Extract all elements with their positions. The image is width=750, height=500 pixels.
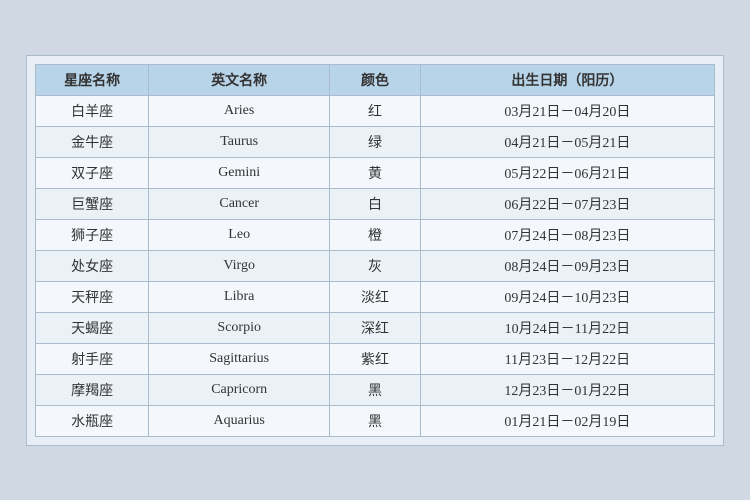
cell-english: Cancer — [149, 188, 330, 219]
cell-english: Capricorn — [149, 374, 330, 405]
cell-chinese: 金牛座 — [36, 126, 149, 157]
table-row: 双子座Gemini黄05月22日－06月21日 — [36, 157, 715, 188]
cell-color: 黑 — [330, 405, 421, 436]
cell-color: 灰 — [330, 250, 421, 281]
cell-color: 黄 — [330, 157, 421, 188]
cell-chinese: 水瓶座 — [36, 405, 149, 436]
cell-english: Scorpio — [149, 312, 330, 343]
cell-chinese: 天蝎座 — [36, 312, 149, 343]
cell-date: 01月21日－02月19日 — [420, 405, 714, 436]
cell-date: 08月24日－09月23日 — [420, 250, 714, 281]
cell-english: Taurus — [149, 126, 330, 157]
cell-english: Libra — [149, 281, 330, 312]
header-english: 英文名称 — [149, 64, 330, 95]
table-row: 狮子座Leo橙07月24日－08月23日 — [36, 219, 715, 250]
cell-color: 橙 — [330, 219, 421, 250]
cell-chinese: 摩羯座 — [36, 374, 149, 405]
table-row: 水瓶座Aquarius黑01月21日－02月19日 — [36, 405, 715, 436]
cell-color: 白 — [330, 188, 421, 219]
cell-chinese: 狮子座 — [36, 219, 149, 250]
cell-date: 12月23日－01月22日 — [420, 374, 714, 405]
cell-date: 09月24日－10月23日 — [420, 281, 714, 312]
header-color: 颜色 — [330, 64, 421, 95]
cell-chinese: 处女座 — [36, 250, 149, 281]
cell-color: 绿 — [330, 126, 421, 157]
table-row: 金牛座Taurus绿04月21日－05月21日 — [36, 126, 715, 157]
cell-date: 11月23日－12月22日 — [420, 343, 714, 374]
cell-english: Aries — [149, 95, 330, 126]
table-row: 巨蟹座Cancer白06月22日－07月23日 — [36, 188, 715, 219]
table-row: 处女座Virgo灰08月24日－09月23日 — [36, 250, 715, 281]
cell-english: Gemini — [149, 157, 330, 188]
cell-date: 07月24日－08月23日 — [420, 219, 714, 250]
table-row: 白羊座Aries红03月21日－04月20日 — [36, 95, 715, 126]
zodiac-table-container: 星座名称 英文名称 颜色 出生日期（阳历） 白羊座Aries红03月21日－04… — [26, 55, 724, 446]
cell-date: 06月22日－07月23日 — [420, 188, 714, 219]
cell-color: 黑 — [330, 374, 421, 405]
cell-color: 淡红 — [330, 281, 421, 312]
cell-english: Leo — [149, 219, 330, 250]
table-row: 天蝎座Scorpio深红10月24日－11月22日 — [36, 312, 715, 343]
table-row: 天秤座Libra淡红09月24日－10月23日 — [36, 281, 715, 312]
table-row: 摩羯座Capricorn黑12月23日－01月22日 — [36, 374, 715, 405]
cell-english: Aquarius — [149, 405, 330, 436]
cell-chinese: 巨蟹座 — [36, 188, 149, 219]
cell-chinese: 白羊座 — [36, 95, 149, 126]
table-row: 射手座Sagittarius紫红11月23日－12月22日 — [36, 343, 715, 374]
cell-chinese: 射手座 — [36, 343, 149, 374]
cell-english: Sagittarius — [149, 343, 330, 374]
zodiac-table: 星座名称 英文名称 颜色 出生日期（阳历） 白羊座Aries红03月21日－04… — [35, 64, 715, 437]
cell-chinese: 双子座 — [36, 157, 149, 188]
header-date: 出生日期（阳历） — [420, 64, 714, 95]
cell-date: 05月22日－06月21日 — [420, 157, 714, 188]
cell-date: 03月21日－04月20日 — [420, 95, 714, 126]
cell-color: 深红 — [330, 312, 421, 343]
table-header-row: 星座名称 英文名称 颜色 出生日期（阳历） — [36, 64, 715, 95]
header-chinese: 星座名称 — [36, 64, 149, 95]
cell-date: 10月24日－11月22日 — [420, 312, 714, 343]
cell-date: 04月21日－05月21日 — [420, 126, 714, 157]
cell-color: 红 — [330, 95, 421, 126]
cell-color: 紫红 — [330, 343, 421, 374]
cell-english: Virgo — [149, 250, 330, 281]
cell-chinese: 天秤座 — [36, 281, 149, 312]
